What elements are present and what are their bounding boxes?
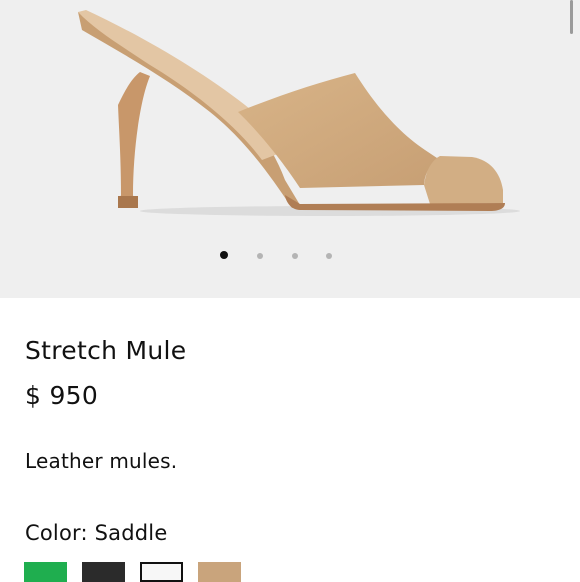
product-price: $ 950	[25, 381, 99, 410]
gallery-pagination	[0, 250, 580, 262]
color-swatch-white[interactable]	[140, 562, 183, 582]
scrollbar[interactable]	[570, 0, 573, 34]
color-swatch-green[interactable]	[24, 562, 67, 582]
gallery-dot-2[interactable]	[257, 253, 263, 259]
gallery-dot-3[interactable]	[292, 253, 298, 259]
color-selection-label: Color: Saddle	[25, 521, 167, 545]
color-swatch-black[interactable]	[82, 562, 125, 582]
color-label: Color:	[25, 521, 88, 545]
gallery-dot-4[interactable]	[326, 253, 332, 259]
selected-color-value: Saddle	[94, 521, 168, 545]
color-swatch-saddle[interactable]	[198, 562, 241, 582]
product-title: Stretch Mule	[25, 336, 187, 365]
product-description: Leather mules.	[25, 449, 178, 473]
product-image-gallery[interactable]	[0, 0, 580, 298]
gallery-dot-1[interactable]	[220, 251, 228, 259]
color-swatch-list	[24, 562, 254, 582]
